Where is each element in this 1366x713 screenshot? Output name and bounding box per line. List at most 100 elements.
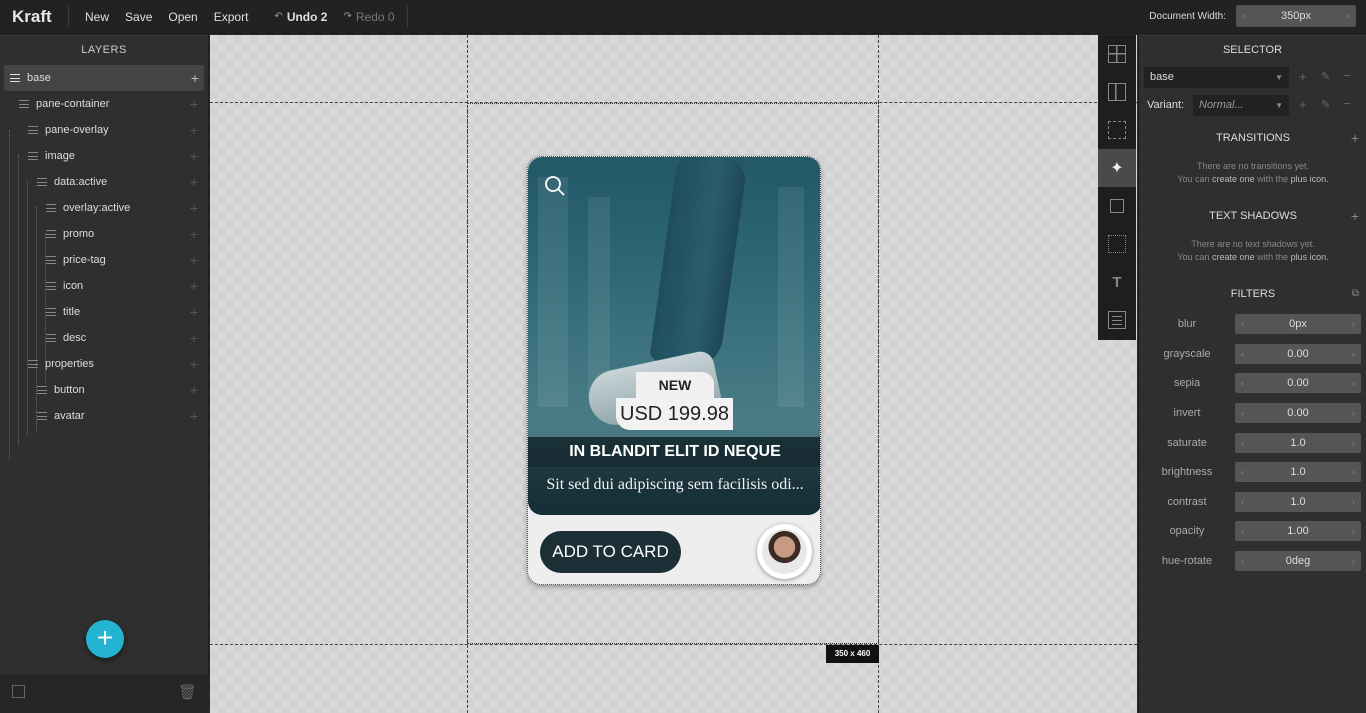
add-child-icon[interactable]: + bbox=[190, 304, 198, 320]
reset-filters-icon[interactable]: ⧉ bbox=[1352, 279, 1359, 309]
drag-handle-icon[interactable] bbox=[10, 74, 20, 82]
layer-item[interactable]: desc + bbox=[0, 325, 208, 351]
new-button[interactable]: New bbox=[85, 10, 109, 24]
border-tool[interactable] bbox=[1098, 187, 1136, 225]
chevron-right-icon[interactable]: › bbox=[1352, 526, 1355, 536]
filter-stepper[interactable]: ‹ 1.0 › bbox=[1235, 491, 1361, 512]
layer-item[interactable]: image + bbox=[0, 143, 208, 169]
filter-stepper[interactable]: ‹ 0.00 › bbox=[1235, 373, 1361, 394]
avatar[interactable] bbox=[757, 524, 812, 579]
undo-button[interactable]: ↶ Undo 2 bbox=[274, 10, 327, 24]
grid-layout-tool[interactable] bbox=[1098, 35, 1136, 73]
add-to-card-button[interactable]: ADD TO CARD bbox=[540, 531, 681, 573]
filter-stepper[interactable]: ‹ 1.0 › bbox=[1235, 432, 1361, 453]
add-child-icon[interactable]: + bbox=[190, 122, 198, 138]
layer-item[interactable]: data:active + bbox=[0, 169, 208, 195]
drag-handle-icon[interactable] bbox=[19, 100, 29, 108]
add-child-icon[interactable]: + bbox=[190, 356, 198, 372]
duplicate-icon[interactable] bbox=[12, 685, 25, 698]
remove-icon[interactable]: − bbox=[1343, 96, 1351, 111]
layer-item[interactable]: button + bbox=[0, 377, 208, 403]
columns-tool[interactable] bbox=[1098, 73, 1136, 111]
layer-item[interactable]: overlay:active + bbox=[0, 195, 208, 221]
document-width-stepper[interactable]: ‹ 350px › bbox=[1236, 5, 1356, 27]
drag-handle-icon[interactable] bbox=[46, 204, 56, 212]
add-child-icon[interactable]: + bbox=[191, 70, 199, 86]
margin-tool[interactable] bbox=[1098, 225, 1136, 263]
chevron-left-icon[interactable]: ‹ bbox=[1241, 497, 1244, 507]
drag-handle-icon[interactable] bbox=[46, 334, 56, 342]
layer-item[interactable]: avatar + bbox=[0, 403, 208, 429]
chevron-right-icon[interactable]: › bbox=[1352, 319, 1355, 329]
search-icon[interactable] bbox=[544, 175, 566, 197]
filter-stepper[interactable]: ‹ 1.00 › bbox=[1235, 521, 1361, 542]
save-button[interactable]: Save bbox=[125, 10, 152, 24]
layer-item[interactable]: properties + bbox=[0, 351, 208, 377]
add-child-icon[interactable]: + bbox=[190, 252, 198, 268]
filter-stepper[interactable]: ‹ 0px › bbox=[1235, 314, 1361, 335]
add-child-icon[interactable]: + bbox=[190, 148, 198, 164]
layer-item[interactable]: pane-overlay + bbox=[0, 117, 208, 143]
filter-stepper[interactable]: ‹ 1.0 › bbox=[1235, 462, 1361, 483]
add-child-icon[interactable]: + bbox=[190, 330, 198, 346]
effects-tool[interactable]: ✦ bbox=[1098, 149, 1136, 187]
add-child-icon[interactable]: + bbox=[190, 200, 198, 216]
selector-dropdown[interactable]: base ▼ bbox=[1144, 67, 1289, 88]
layer-item[interactable]: base + bbox=[4, 65, 204, 91]
drag-handle-icon[interactable] bbox=[28, 152, 38, 160]
drag-handle-icon[interactable] bbox=[28, 126, 38, 134]
filter-stepper[interactable]: ‹ 0.00 › bbox=[1235, 343, 1361, 364]
layer-item[interactable]: title + bbox=[0, 299, 208, 325]
chevron-right-icon[interactable]: › bbox=[1352, 497, 1355, 507]
remove-icon[interactable]: − bbox=[1343, 68, 1351, 83]
add-child-icon[interactable]: + bbox=[190, 382, 198, 398]
add-variant-icon[interactable]: + bbox=[1299, 97, 1307, 112]
add-child-icon[interactable]: + bbox=[190, 278, 198, 294]
chevron-left-icon[interactable]: ‹ bbox=[1241, 526, 1244, 536]
export-button[interactable]: Export bbox=[214, 10, 249, 24]
design-canvas[interactable]: 350 x 460 NEW USD 199.98 IN BLANDIT ELIT… bbox=[210, 35, 1137, 713]
layer-item[interactable]: price-tag + bbox=[0, 247, 208, 273]
drag-handle-icon[interactable] bbox=[37, 412, 47, 420]
add-text-shadow-icon[interactable]: + bbox=[1351, 201, 1359, 231]
chevron-right-icon[interactable]: › bbox=[1352, 556, 1355, 566]
add-child-icon[interactable]: + bbox=[190, 96, 198, 112]
chevron-left-icon[interactable]: ‹ bbox=[1241, 319, 1244, 329]
content-tool[interactable] bbox=[1098, 301, 1136, 339]
typography-tool[interactable]: T bbox=[1098, 263, 1136, 301]
open-button[interactable]: Open bbox=[168, 10, 197, 24]
drag-handle-icon[interactable] bbox=[46, 256, 56, 264]
add-layer-button[interactable]: + bbox=[86, 620, 124, 658]
drag-handle-icon[interactable] bbox=[46, 308, 56, 316]
create-link[interactable]: create one bbox=[1212, 252, 1255, 262]
chevron-right-icon[interactable]: › bbox=[1352, 438, 1355, 448]
product-card[interactable]: NEW USD 199.98 IN BLANDIT ELIT ID NEQUE … bbox=[527, 156, 821, 585]
create-link[interactable]: create one bbox=[1212, 174, 1255, 184]
add-transition-icon[interactable]: + bbox=[1351, 123, 1359, 153]
filter-stepper[interactable]: ‹ 0deg › bbox=[1235, 551, 1361, 572]
variant-dropdown[interactable]: Normal... ▼ bbox=[1193, 95, 1289, 116]
chevron-left-icon[interactable]: ‹ bbox=[1241, 467, 1244, 477]
add-child-icon[interactable]: + bbox=[190, 226, 198, 242]
layer-item[interactable]: icon + bbox=[0, 273, 208, 299]
filter-stepper[interactable]: ‹ 0.00 › bbox=[1235, 403, 1361, 424]
add-child-icon[interactable]: + bbox=[190, 174, 198, 190]
chevron-left-icon[interactable]: ‹ bbox=[1241, 438, 1244, 448]
chevron-left-icon[interactable]: ‹ bbox=[1242, 11, 1245, 22]
chevron-left-icon[interactable]: ‹ bbox=[1241, 349, 1244, 359]
chevron-right-icon[interactable]: › bbox=[1347, 11, 1350, 22]
add-selector-icon[interactable]: + bbox=[1299, 69, 1307, 84]
chevron-left-icon[interactable]: ‹ bbox=[1241, 408, 1244, 418]
add-child-icon[interactable]: + bbox=[190, 408, 198, 424]
drag-handle-icon[interactable] bbox=[46, 230, 56, 238]
chevron-right-icon[interactable]: › bbox=[1352, 378, 1355, 388]
redo-button[interactable]: ↷ Redo 0 bbox=[343, 10, 394, 24]
edit-icon[interactable]: ✎ bbox=[1321, 98, 1330, 111]
chevron-right-icon[interactable]: › bbox=[1352, 349, 1355, 359]
layer-item[interactable]: promo + bbox=[0, 221, 208, 247]
trash-icon[interactable]: 🗑 bbox=[178, 683, 197, 701]
chevron-left-icon[interactable]: ‹ bbox=[1241, 378, 1244, 388]
chevron-right-icon[interactable]: › bbox=[1352, 408, 1355, 418]
layer-item[interactable]: pane-container + bbox=[0, 91, 208, 117]
chevron-right-icon[interactable]: › bbox=[1352, 467, 1355, 477]
